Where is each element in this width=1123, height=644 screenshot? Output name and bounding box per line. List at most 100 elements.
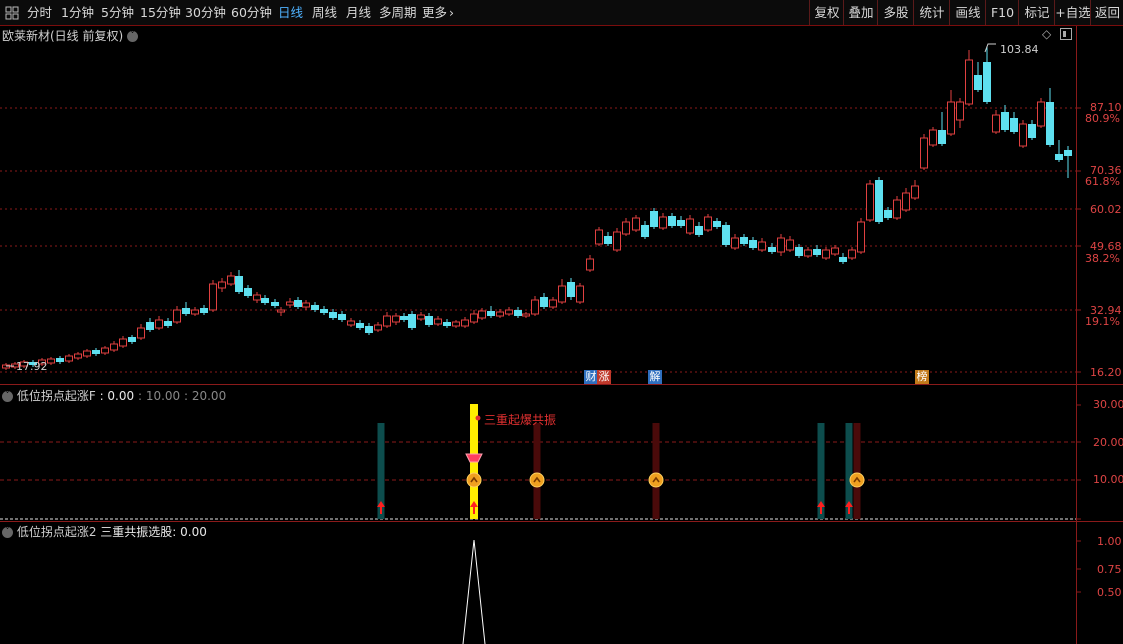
candle-body-down [884, 210, 892, 218]
candle-body-up [531, 299, 539, 315]
ind1-axis-tick: 10.00 [1093, 473, 1123, 486]
candle-body-up [1037, 101, 1045, 127]
candle-body-down [813, 249, 821, 255]
indicator1-params: : 10.00 : 20.00 [137, 389, 227, 403]
candle-body-up [218, 281, 226, 289]
buy-signal-icon [648, 472, 664, 488]
candle-body-down [329, 312, 337, 318]
candle-body-down [365, 326, 373, 333]
candle-body-up [911, 185, 919, 199]
candle-body-down [641, 225, 649, 237]
candle-body-down [567, 282, 575, 297]
candle-body-up [452, 321, 460, 327]
candle-body-up [505, 309, 513, 315]
candle-body-down [1046, 102, 1054, 145]
candle-body-down [722, 225, 730, 245]
candle-body-up [947, 101, 955, 135]
candle-body-down [128, 337, 136, 342]
candle-body-down [1055, 154, 1063, 160]
candle-body-up [286, 301, 294, 306]
candle-body-up [302, 302, 310, 308]
candle-body-up [576, 285, 584, 303]
candle-body-up [893, 199, 901, 219]
event-marker-list[interactable]: 榜 [915, 370, 929, 384]
buy-signal-icon [529, 472, 545, 488]
indicator2-value: 三重共振选股: 0.00 [100, 525, 207, 539]
candle-body-down [294, 300, 302, 307]
candle-body-down [839, 257, 847, 262]
candle-body-down [1064, 150, 1072, 156]
candle-body-up [956, 101, 964, 121]
candle-body-up [65, 355, 73, 362]
candle-body-up [227, 275, 235, 285]
candle-body-up [659, 216, 667, 229]
candle-body-down [713, 221, 721, 227]
candle-body-up [253, 294, 261, 301]
candle-body-down [875, 180, 883, 222]
candle-body-down [938, 130, 946, 144]
candle-body-up [731, 237, 739, 249]
candle-body-up [704, 216, 712, 231]
candle-body-up [686, 218, 694, 234]
diamond-icon [465, 453, 483, 463]
ind1-axis-tick: 20.00 [1093, 436, 1123, 449]
candle-body-up [374, 324, 382, 331]
chevron-down-icon[interactable]: ˅ [2, 527, 13, 538]
buy-signal-icon [466, 472, 482, 488]
stock-title: 欧莱新材(日线 前复权) [2, 29, 124, 43]
candle-body-down [408, 314, 416, 328]
candle-body-down [749, 240, 757, 248]
indicator1-plot [377, 404, 865, 519]
candle-body-up [110, 343, 118, 351]
low-price-label: 17.92 [16, 360, 48, 373]
candle-body-down [740, 237, 748, 244]
candle-body-up [866, 183, 874, 221]
window-toggle-icon[interactable] [1060, 28, 1072, 43]
candle-body-down [356, 323, 364, 328]
candle-body-down [768, 247, 776, 252]
candle-body-up [786, 239, 794, 251]
candle-body-up [902, 192, 910, 211]
candle-body-down [235, 276, 243, 292]
candle-body-down [974, 75, 982, 90]
signal-bar-darkred [853, 423, 861, 519]
candle-body-up [1019, 123, 1027, 147]
candle-body-up [155, 319, 163, 329]
candle-body-up [632, 217, 640, 231]
event-marker-finance[interactable]: 财 [584, 370, 598, 384]
candle-body-down [244, 288, 252, 296]
indicator2-plot [462, 539, 486, 644]
chevron-down-icon[interactable]: ˅ [127, 31, 139, 42]
candle-body-down [1028, 124, 1036, 138]
candle-body-up [209, 283, 217, 311]
chevron-down-icon[interactable]: ˅ [2, 391, 13, 402]
selection-spike-line [462, 539, 486, 644]
diamond-icon[interactable]: ◇ [1042, 27, 1051, 41]
candle-body-down [271, 302, 279, 306]
candle-body-up [777, 237, 785, 253]
buy-signal-icon [849, 472, 865, 488]
indicator1-header: ˅ 低位拐点起涨F : 0.00 : 10.00 : 20.00 [2, 387, 226, 404]
high-price-label: 103.84 [1000, 43, 1039, 56]
candle-body-down [92, 350, 100, 354]
price-tick: 16.20 [1090, 366, 1122, 379]
signal-bar-darkred [652, 423, 660, 519]
resonance-annotation: 三重起爆共振 [484, 413, 557, 427]
candle-body-down [400, 316, 408, 320]
candle-body-up [191, 309, 199, 315]
candle-body-up [347, 320, 355, 326]
candle-body-up [383, 315, 391, 327]
candle-body-up [929, 129, 937, 146]
candle-body-down [1001, 112, 1009, 130]
annotation-dot [475, 415, 481, 421]
candle-body-up [392, 315, 400, 323]
event-marker-rise[interactable]: 涨 [597, 370, 611, 384]
ind2-axis-tick: 0.50 [1097, 586, 1122, 599]
chart-canvas[interactable] [0, 0, 1123, 644]
price-tick: 60.02 [1090, 203, 1122, 216]
indicator2-header: ˅ 低位拐点起涨2 三重共振选股: 0.00 [2, 523, 207, 540]
candle-body-down [668, 216, 676, 226]
event-marker-unlock[interactable]: 解 [648, 370, 662, 384]
candle-body-down [983, 62, 991, 102]
candle-body-down [164, 321, 172, 326]
